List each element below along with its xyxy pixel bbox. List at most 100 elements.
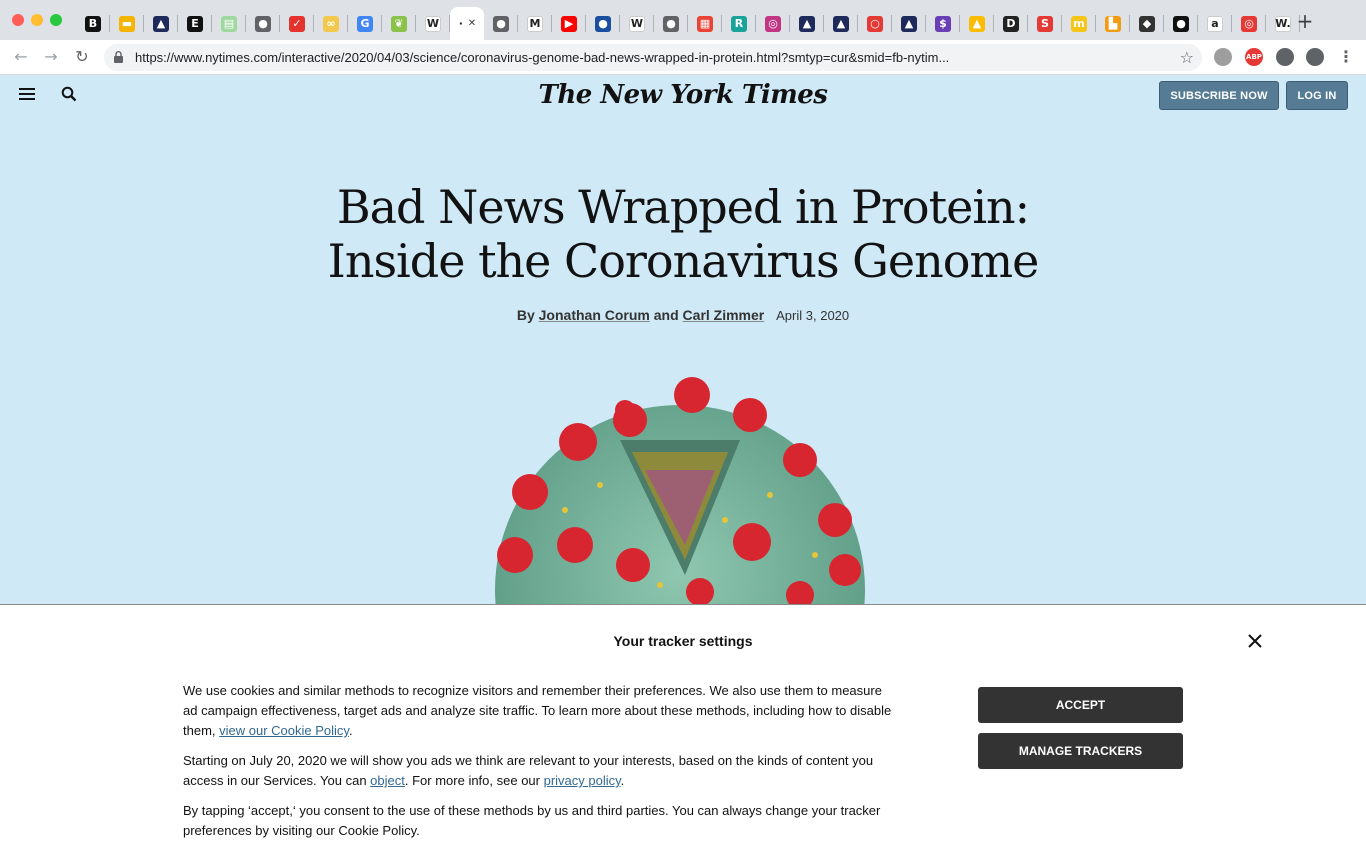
browser-tab[interactable]: ◎: [1232, 7, 1266, 40]
headline-line-2: Inside the Coronavirus Genome: [327, 234, 1040, 288]
ads-text-mid: . For more info, see our: [404, 773, 544, 788]
cylinder-icon[interactable]: [1214, 48, 1232, 66]
globe-icon: ●: [255, 15, 271, 32]
browser-tab[interactable]: W: [620, 7, 654, 40]
maximize-window-button[interactable]: [50, 14, 62, 26]
profile-icon[interactable]: [1306, 48, 1324, 66]
url-text[interactable]: https://www.nytimes.com/interactive/2020…: [135, 50, 1155, 65]
browser-tab[interactable]: ❦: [382, 7, 416, 40]
browser-tab[interactable]: ▲: [892, 7, 926, 40]
browser-tab[interactable]: ◎: [756, 7, 790, 40]
browser-tab-bar: B ▬ ▲ E ▤ ● ✓ ∞ G ❦ W · ✕ ● M ▶ ● W ● ▦ R ◎ ▲ ▲ ○ ▲ $ ▲ D Sm ▙ ◆ ● a ◎ W. +: [0, 0, 1366, 40]
browser-tab[interactable]: ▦: [688, 7, 722, 40]
globe-icon: ●: [663, 15, 679, 32]
new-tab-button[interactable]: +: [1296, 11, 1314, 31]
black-circle-icon: ●: [1173, 15, 1189, 32]
pocket-icon: ✓: [289, 15, 305, 32]
forward-arrow-icon[interactable]: →: [42, 48, 60, 66]
browser-tab[interactable]: B: [76, 7, 110, 40]
close-icon[interactable]: [1245, 631, 1265, 651]
mountain-icon: ▲: [153, 15, 169, 32]
amazon-icon: a: [1207, 15, 1223, 32]
browser-tab[interactable]: a: [1198, 7, 1232, 40]
cookie-policy-link[interactable]: view our Cookie Policy: [219, 723, 349, 738]
browser-tab[interactable]: ●: [654, 7, 688, 40]
browser-tab[interactable]: G: [348, 7, 382, 40]
login-button[interactable]: LOG IN: [1286, 81, 1348, 110]
bookmark-star-icon[interactable]: ☆: [1180, 48, 1194, 67]
browser-tab[interactable]: ▬: [110, 7, 144, 40]
browser-tab[interactable]: m: [1062, 7, 1096, 40]
browser-tab[interactable]: R: [722, 7, 756, 40]
ring-icon: ○: [867, 15, 883, 32]
browser-tab[interactable]: ▤: [212, 7, 246, 40]
s-circle-icon: $: [935, 15, 951, 32]
browser-tab[interactable]: ▲: [144, 7, 178, 40]
tracker-settings-modal: Your tracker settings We use cookies and…: [0, 604, 1366, 843]
browser-tab[interactable]: $: [926, 7, 960, 40]
byline: By Jonathan Corum and Carl Zimmer April …: [0, 307, 1366, 323]
browser-tab[interactable]: ○: [858, 7, 892, 40]
grid-icon: ▦: [697, 15, 713, 32]
browser-tab[interactable]: W.: [1266, 7, 1300, 40]
browser-tab[interactable]: ●: [1164, 7, 1198, 40]
consent-paragraph: By tapping ‘accept,‘ you consent to the …: [183, 803, 881, 838]
m-icon: m: [1071, 15, 1087, 32]
privacy-policy-link[interactable]: privacy policy: [544, 773, 621, 788]
mountain-icon: ▲: [901, 15, 917, 32]
ads-text-end: .: [620, 773, 625, 788]
loading-icon: ·: [457, 15, 464, 32]
browser-tab[interactable]: ●: [586, 7, 620, 40]
instagram-icon: ◎: [765, 15, 781, 32]
browser-tab[interactable]: ●: [246, 7, 280, 40]
browser-tab[interactable]: ▲: [960, 7, 994, 40]
browser-tab[interactable]: D: [994, 7, 1028, 40]
minimize-window-button[interactable]: [31, 14, 43, 26]
browser-tab[interactable]: ▶: [552, 7, 586, 40]
browser-tab[interactable]: ◆: [1130, 7, 1164, 40]
byline-prefix: By: [516, 307, 535, 323]
leaf-icon: ❦: [391, 15, 407, 32]
adblock-icon[interactable]: ABP: [1245, 48, 1263, 66]
browser-tab[interactable]: ●: [484, 7, 518, 40]
s-icon: S: [1037, 15, 1053, 32]
browser-tab[interactable]: E: [178, 7, 212, 40]
browser-tab[interactable]: ✓: [280, 7, 314, 40]
browser-tab[interactable]: M: [518, 7, 552, 40]
coronavirus-illustration: [495, 377, 865, 605]
author-link-carl-zimmer[interactable]: Carl Zimmer: [683, 307, 765, 323]
back-arrow-icon[interactable]: ←: [12, 48, 30, 66]
browser-toolbar: ← → ↻ https://www.nytimes.com/interactiv…: [0, 40, 1366, 75]
drive-icon: ▲: [969, 15, 985, 32]
mountain-icon: ▲: [799, 15, 815, 32]
puzzle-icon[interactable]: [1276, 48, 1294, 66]
close-tab-icon[interactable]: ✕: [468, 18, 476, 29]
browser-tab[interactable]: ▲: [790, 7, 824, 40]
site-header: The New York Times SUBSCRIBE NOW LOG IN: [0, 75, 1366, 115]
google-icon: G: [357, 15, 373, 32]
manage-trackers-button[interactable]: MANAGE TRACKERS: [978, 733, 1183, 769]
author-link-jonathan-corum[interactable]: Jonathan Corum: [539, 307, 650, 323]
subscribe-button[interactable]: SUBSCRIBE NOW: [1159, 81, 1279, 110]
object-link[interactable]: object: [370, 773, 405, 788]
medium-icon: M: [527, 15, 543, 32]
b-icon: B: [85, 15, 101, 32]
publish-date: April 3, 2020: [776, 308, 850, 323]
accept-button[interactable]: ACCEPT: [978, 687, 1183, 723]
tab-strip: B ▬ ▲ E ▤ ● ✓ ∞ G ❦ W · ✕ ● M ▶ ● W ● ▦ R ◎ ▲ ▲ ○ ▲ $ ▲ D Sm ▙ ◆ ● a ◎ W.: [76, 7, 1300, 40]
cookie-text-end: .: [348, 723, 353, 738]
browser-tab[interactable]: · ✕: [450, 7, 484, 40]
address-bar[interactable]: https://www.nytimes.com/interactive/2020…: [104, 44, 1202, 71]
youtube-icon: ▶: [561, 15, 577, 32]
article-headline: Bad News Wrapped in Protein: Inside the …: [0, 180, 1366, 288]
browser-tab[interactable]: S: [1028, 7, 1062, 40]
browser-tab[interactable]: ▙: [1096, 7, 1130, 40]
browser-tab[interactable]: ∞: [314, 7, 348, 40]
menu-dots-icon[interactable]: ⋮: [1337, 48, 1355, 66]
close-window-button[interactable]: [12, 14, 24, 26]
browser-tab[interactable]: ▲: [824, 7, 858, 40]
target-icon: ◎: [1241, 15, 1257, 32]
reload-icon[interactable]: ↻: [73, 48, 91, 66]
browser-tab[interactable]: W: [416, 7, 450, 40]
ads-paragraph: Starting on July 20, 2020 we will show y…: [183, 751, 893, 791]
